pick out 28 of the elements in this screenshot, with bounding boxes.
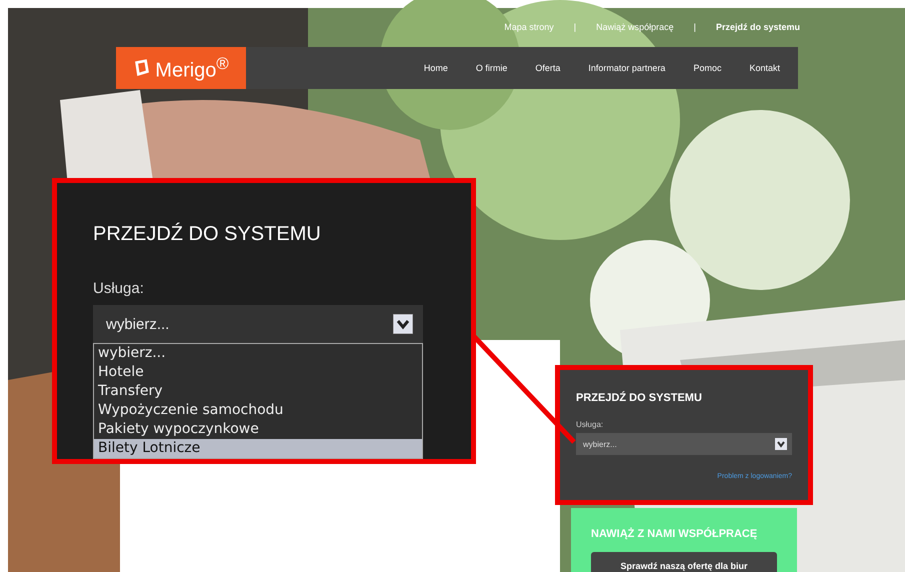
dropdown-option[interactable]: Hotele xyxy=(94,363,422,382)
nav-link[interactable]: Oferta xyxy=(535,63,560,73)
top-link[interactable]: Nawiąż współpracę xyxy=(596,22,674,32)
panel-title: PRZEJDŹ DO SYSTEMU xyxy=(93,223,322,246)
separator: | xyxy=(574,22,576,32)
dropdown-arrow-icon xyxy=(393,314,413,334)
nav-link[interactable]: Home xyxy=(424,63,448,73)
dropdown-option[interactable]: Pakiety wypoczynkowe xyxy=(94,420,422,439)
field-label: Usługa: xyxy=(576,420,604,429)
panel-title: NAWIĄŻ Z NAMI WSPÓŁPRACĘ xyxy=(591,528,758,540)
dropdown-option[interactable]: Transfery xyxy=(94,382,422,401)
top-link[interactable]: Przejdź do systemu xyxy=(716,22,800,32)
dropdown-option[interactable]: Bilety Lotnicze xyxy=(94,439,422,458)
service-select[interactable]: wybierz... xyxy=(93,305,423,343)
nav-link[interactable]: O firmie xyxy=(476,63,508,73)
dropdown-arrow-icon xyxy=(775,438,787,450)
separator: | xyxy=(694,22,696,32)
logo-text: Merigo$^{®}$ xyxy=(155,54,229,82)
offer-button[interactable]: Sprawdź naszą ofertę dla biur xyxy=(591,552,777,572)
field-label: Usługa: xyxy=(93,280,145,297)
logo-icon xyxy=(133,59,152,77)
panel-title: PRZEJDŹ DO SYSTEMU xyxy=(576,392,703,404)
service-select[interactable]: wybierz... xyxy=(576,433,792,455)
nav-link[interactable]: Kontakt xyxy=(749,63,780,73)
dropdown-option[interactable]: Wypożyczenie samochodu xyxy=(94,401,422,420)
nav-link[interactable]: Pomoc xyxy=(693,63,722,73)
dropdown-option[interactable]: wybierz... xyxy=(94,344,422,363)
nav-link[interactable]: Informator partnera xyxy=(588,63,666,73)
